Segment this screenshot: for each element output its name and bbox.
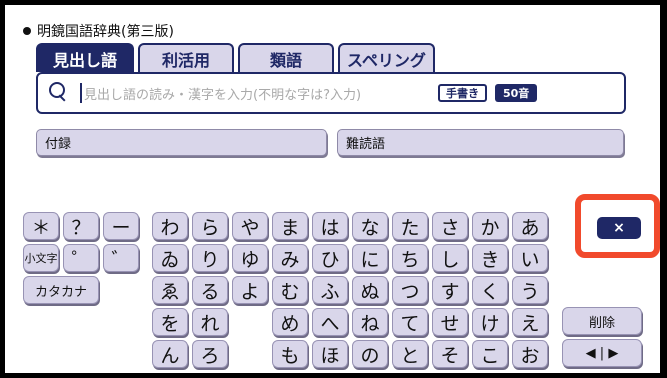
search-icon [46, 80, 72, 106]
asterisk-key[interactable]: ＊ [23, 212, 59, 240]
tab-ruigo[interactable]: 類語 [238, 43, 334, 72]
kana-key[interactable]: わ [152, 212, 188, 240]
kana-key[interactable]: へ [312, 308, 348, 336]
kana-key[interactable]: つ [392, 276, 428, 304]
delete-button[interactable]: 削除 [562, 307, 642, 335]
kana-key[interactable]: な [352, 212, 388, 240]
kana-50-button[interactable]: 50音 [495, 84, 538, 102]
kana-key[interactable]: に [352, 244, 388, 272]
kana-key[interactable]: め [272, 308, 308, 336]
kana-key[interactable]: ち [392, 244, 428, 272]
search-input[interactable]: 見出し語の読み・漢字を入力(不明な字は?入力) [84, 84, 424, 103]
kana-key[interactable]: ぬ [352, 276, 388, 304]
kana-key[interactable]: そ [432, 340, 468, 368]
kana-key[interactable]: ま [272, 212, 308, 240]
kana-key[interactable]: せ [432, 308, 468, 336]
kana-key[interactable]: る [192, 276, 228, 304]
kana-key[interactable]: ほ [312, 340, 348, 368]
kana-key[interactable]: や [232, 212, 268, 240]
kana-key[interactable]: ゐ [152, 244, 188, 272]
app-title-text: 明鏡国語辞典(第三版) [37, 24, 174, 40]
cursor-move-button[interactable]: ◀ | ▶ [562, 339, 642, 367]
kana-key[interactable]: う [512, 276, 548, 304]
search-box[interactable]: 見出し語の読み・漢字を入力(不明な字は?入力) 手書き 50音 [36, 72, 626, 114]
text-cursor [80, 83, 82, 103]
kana-key[interactable]: す [432, 276, 468, 304]
kana-key[interactable]: ろ [192, 340, 228, 368]
kana-key[interactable]: ふ [312, 276, 348, 304]
kana-key[interactable]: の [352, 340, 388, 368]
kana-key[interactable]: は [312, 212, 348, 240]
difficult-reading-button[interactable]: 難読語 [337, 129, 624, 156]
kana-key[interactable]: よ [232, 276, 268, 304]
kana-key[interactable]: れ [192, 308, 228, 336]
handakuten-key[interactable]: ゜ [63, 244, 99, 272]
highlight-frame: × [575, 194, 660, 258]
katakana-key[interactable]: カタカナ [23, 276, 99, 304]
handwriting-button[interactable]: 手書き [438, 84, 487, 102]
tab-rikatsuyo[interactable]: 利活用 [138, 43, 234, 72]
dakuten-key[interactable]: ゛ [103, 244, 139, 272]
kana-key[interactable]: さ [432, 212, 468, 240]
kana-key[interactable]: と [392, 340, 428, 368]
tab-bar: 見出し語 利活用 類語 スペリング [36, 43, 435, 72]
kana-key[interactable]: ね [352, 308, 388, 336]
kana-key[interactable]: あ [512, 212, 548, 240]
kana-key[interactable]: を [152, 308, 188, 336]
long-dash-key[interactable]: ー [103, 212, 139, 240]
kana-key[interactable]: ゑ [152, 276, 188, 304]
kana-key[interactable]: か [472, 212, 508, 240]
kana-key[interactable]: て [392, 308, 428, 336]
kana-key[interactable]: り [192, 244, 228, 272]
bullet-icon [23, 27, 31, 35]
kana-key[interactable]: ひ [312, 244, 348, 272]
kana-key[interactable]: い [512, 244, 548, 272]
small-kana-key[interactable]: 小文字 [23, 244, 59, 272]
kana-key[interactable]: し [432, 244, 468, 272]
appendix-button[interactable]: 付録 [36, 129, 327, 156]
kana-key[interactable]: み [272, 244, 308, 272]
kana-key[interactable]: え [512, 308, 548, 336]
tab-spelling[interactable]: スペリング [338, 43, 435, 72]
kana-key[interactable]: ゆ [232, 244, 268, 272]
kana-key[interactable]: ら [192, 212, 228, 240]
tab-midashigo[interactable]: 見出し語 [36, 43, 134, 72]
kana-key[interactable]: け [472, 308, 508, 336]
kana-key[interactable]: も [272, 340, 308, 368]
dictionary-screen: 明鏡国語辞典(第三版) 見出し語 利活用 類語 スペリング 見出し語の読み・漢字… [5, 5, 660, 373]
kana-key[interactable]: く [472, 276, 508, 304]
app-title: 明鏡国語辞典(第三版) [23, 21, 174, 41]
question-key[interactable]: ？ [63, 212, 99, 240]
kana-key[interactable]: き [472, 244, 508, 272]
kana-key[interactable]: お [512, 340, 548, 368]
kana-key[interactable]: む [272, 276, 308, 304]
kana-key[interactable]: こ [472, 340, 508, 368]
kana-key[interactable]: ん [152, 340, 188, 368]
kana-key[interactable]: た [392, 212, 428, 240]
close-button[interactable]: × [597, 217, 641, 239]
